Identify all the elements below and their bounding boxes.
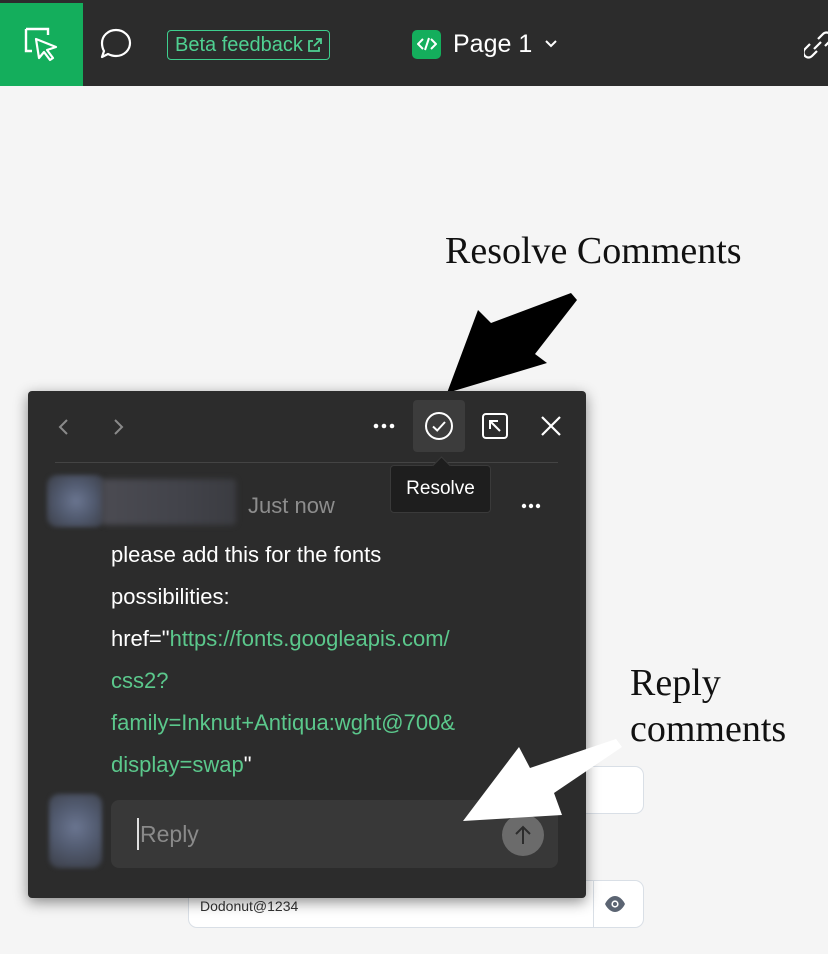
select-tool-icon	[24, 27, 57, 61]
top-toolbar: Beta feedback Page 1	[0, 0, 828, 86]
reply-annotation-line1: Reply	[630, 662, 721, 704]
comment-link[interactable]: css2?	[111, 668, 168, 693]
more-icon	[521, 503, 541, 509]
comment-icon	[100, 28, 132, 59]
reply-annotation-line2: comments	[630, 707, 787, 750]
link-icon[interactable]	[804, 30, 828, 60]
open-in-panel-button[interactable]	[469, 400, 521, 452]
check-circle-icon	[425, 412, 453, 440]
previous-comment-button[interactable]	[48, 411, 78, 443]
comment-body-line: css2?	[111, 660, 531, 702]
comment-tool-button[interactable]	[96, 24, 136, 64]
reply-annotation: Reply comments	[630, 661, 828, 752]
href-suffix: "	[243, 752, 252, 777]
resolve-button[interactable]	[413, 400, 465, 452]
page-selector[interactable]: Page 1	[412, 28, 558, 60]
comment-timestamp: Just now	[248, 493, 335, 518]
field-divider	[593, 881, 594, 927]
beta-feedback-button[interactable]: Beta feedback	[167, 30, 330, 60]
chevron-right-icon	[114, 419, 124, 435]
select-tool-button[interactable]	[0, 3, 83, 86]
href-prefix: href="	[111, 626, 170, 651]
header-divider	[55, 462, 558, 463]
close-icon	[541, 416, 561, 436]
open-panel-icon	[482, 413, 508, 439]
page-label: Page 1	[453, 29, 533, 58]
comment-body-line: possibilities:	[111, 584, 230, 609]
chevron-down-icon	[545, 40, 557, 48]
author-name	[102, 479, 236, 525]
reply-arrow	[463, 739, 622, 821]
avatar	[47, 475, 105, 527]
comment-link[interactable]: family=Inknut+Antiqua:wght@700&	[111, 710, 455, 735]
next-comment-button[interactable]	[104, 411, 134, 443]
external-link-icon	[307, 37, 323, 53]
reply-avatar	[49, 794, 102, 868]
reply-input[interactable]	[137, 818, 477, 850]
password-value: Dodonut@1234	[200, 898, 299, 914]
more-icon	[373, 423, 395, 429]
resolve-annotation: Resolve Comments	[445, 230, 742, 272]
close-button[interactable]	[525, 400, 577, 452]
comment-link[interactable]: https://fonts.googleapis.com/	[170, 626, 450, 651]
thread-more-button[interactable]	[358, 400, 410, 452]
comment-more-button[interactable]	[516, 491, 546, 521]
comment-link[interactable]: display=swap	[111, 752, 244, 777]
comment-body-line: please add this for the fonts	[111, 542, 382, 567]
chevron-left-icon	[58, 419, 68, 435]
eye-icon[interactable]	[604, 894, 626, 914]
resolve-arrow	[447, 293, 577, 393]
resolve-tooltip: Resolve	[390, 465, 491, 513]
comment-body-line: href="https://fonts.googleapis.com/	[111, 618, 531, 660]
beta-feedback-label: Beta feedback	[175, 33, 303, 56]
code-icon	[412, 29, 441, 59]
